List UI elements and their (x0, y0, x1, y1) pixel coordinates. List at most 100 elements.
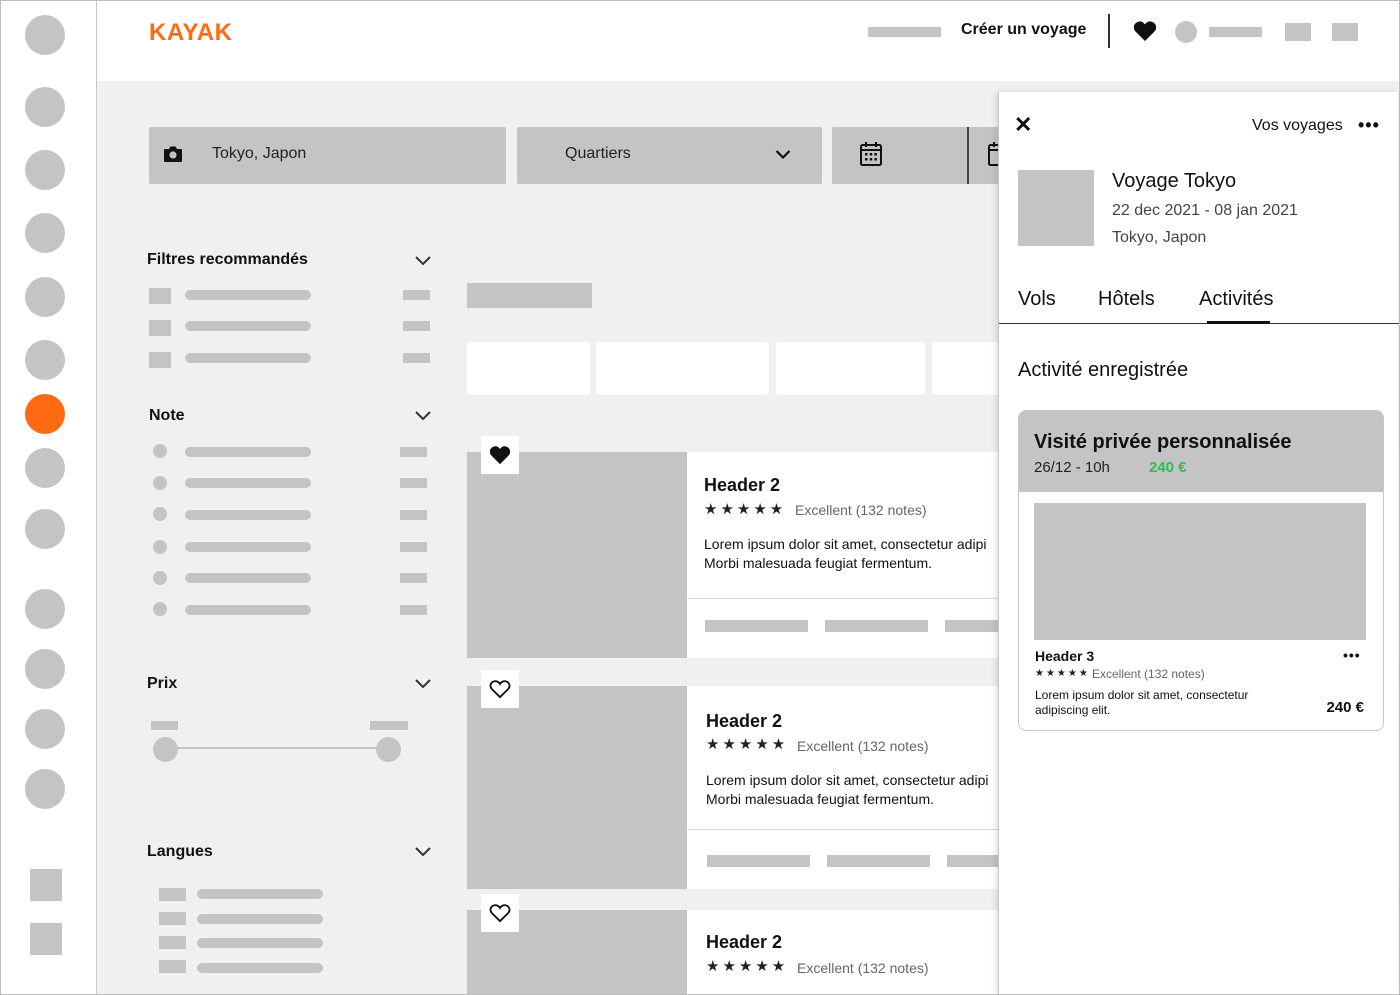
rail-square[interactable] (30, 869, 62, 901)
rating-stars: ★★★★★ (706, 736, 789, 753)
divider (1108, 14, 1110, 48)
tag-placeholder (827, 855, 930, 867)
rail-item[interactable] (25, 509, 65, 549)
tab-hotels[interactable]: Hôtels (1098, 288, 1155, 311)
app-frame: KAYAK Créer un voyage Tokyo, Japon Quart… (0, 0, 1400, 995)
radio[interactable] (153, 476, 167, 490)
tag-placeholder (825, 620, 928, 632)
chevron-down-icon[interactable] (414, 678, 432, 690)
rail-item-active[interactable] (25, 394, 65, 434)
heart-filled-icon (489, 446, 511, 465)
filter-label-placeholder (185, 447, 311, 457)
tab-flights[interactable]: Vols (1018, 288, 1056, 311)
result-title[interactable]: Header 2 (706, 932, 782, 953)
filter-title-recommended: Filtres recommandés (147, 251, 308, 268)
result-title[interactable]: Header 2 (706, 711, 782, 732)
panel-title[interactable]: Vos voyages (1252, 117, 1343, 135)
checkbox[interactable] (149, 288, 171, 304)
favorite-button[interactable] (481, 670, 519, 708)
rail-item[interactable] (25, 769, 65, 809)
heart-outline-icon (489, 904, 511, 923)
filter-label-placeholder (197, 938, 323, 948)
price-slider-min-handle[interactable] (153, 737, 178, 762)
menu-placeholder[interactable] (1285, 23, 1311, 41)
filter-label-placeholder (197, 889, 323, 899)
tag-placeholder (707, 855, 810, 867)
more-icon[interactable]: ••• (1358, 115, 1380, 136)
active-tab-indicator (1207, 321, 1270, 324)
rail-item[interactable] (25, 649, 65, 689)
rating-text: Excellent (132 notes) (797, 738, 929, 754)
user-name-placeholder[interactable] (1209, 27, 1262, 37)
heart-icon[interactable] (1133, 20, 1157, 42)
rating-text: Excellent (132 notes) (1092, 667, 1205, 681)
destination-input[interactable]: Tokyo, Japon (149, 127, 506, 184)
tab-activities[interactable]: Activités (1199, 288, 1273, 311)
favorite-button[interactable] (481, 436, 519, 474)
destination-value: Tokyo, Japon (212, 145, 307, 162)
count-placeholder (400, 605, 427, 615)
filter-label-placeholder (185, 510, 311, 520)
filter-title-languages: Langues (147, 843, 213, 860)
radio[interactable] (153, 571, 167, 585)
rail-item[interactable] (25, 15, 65, 55)
checkbox[interactable] (159, 912, 186, 925)
result-desc-line: Lorem ipsum dolor sit amet, consectetur … (706, 772, 989, 788)
rail-square[interactable] (30, 923, 62, 955)
activity-header: Header 3 (1035, 648, 1095, 664)
menu-placeholder[interactable] (1332, 23, 1358, 41)
radio[interactable] (153, 602, 167, 616)
sort-chip[interactable] (467, 342, 590, 395)
count-placeholder (403, 353, 430, 363)
checkbox[interactable] (159, 960, 186, 973)
nav-placeholder[interactable] (868, 27, 941, 37)
tag-placeholder (705, 620, 808, 632)
create-trip-link[interactable]: Créer un voyage (961, 21, 1086, 39)
count-placeholder (400, 510, 427, 520)
avatar[interactable] (1175, 21, 1197, 43)
radio[interactable] (153, 540, 167, 554)
left-rail (1, 1, 97, 994)
rail-item[interactable] (25, 709, 65, 749)
chevron-down-icon[interactable] (414, 410, 432, 422)
sort-chip[interactable] (596, 342, 769, 395)
radio[interactable] (153, 507, 167, 521)
rail-item[interactable] (25, 589, 65, 629)
rail-item[interactable] (25, 448, 65, 488)
activity-card[interactable]: Visité privée personnalisée 26/12 - 10h … (1018, 410, 1384, 731)
filter-title-price: Prix (147, 675, 178, 692)
rail-item[interactable] (25, 213, 65, 253)
rail-item[interactable] (25, 150, 65, 190)
rail-item[interactable] (25, 277, 65, 317)
sort-chip[interactable] (776, 342, 925, 395)
rail-item[interactable] (25, 87, 65, 127)
count-placeholder (400, 478, 427, 488)
radio[interactable] (153, 444, 167, 458)
price-slider-max-handle[interactable] (376, 737, 401, 762)
trips-panel: ✕ Vos voyages ••• Voyage Tokyo 22 dec 20… (998, 92, 1399, 994)
saved-activity-title: Activité enregistrée (1018, 359, 1189, 381)
rail-item[interactable] (25, 340, 65, 380)
tabs-divider (999, 323, 1399, 324)
activity-title: Visité privée personnalisée (1034, 431, 1292, 453)
filter-label-placeholder (185, 478, 311, 488)
rating-stars: ★★★★★ (1035, 668, 1090, 679)
checkbox[interactable] (149, 320, 171, 336)
chevron-down-icon[interactable] (414, 846, 432, 858)
checkbox[interactable] (159, 936, 186, 949)
price-slider-track[interactable] (165, 747, 387, 749)
camera-icon (164, 146, 182, 162)
kayak-logo[interactable]: KAYAK (149, 19, 232, 47)
more-icon[interactable]: ••• (1343, 647, 1361, 663)
result-title[interactable]: Header 2 (704, 475, 780, 496)
chevron-down-icon (775, 150, 791, 160)
close-icon[interactable]: ✕ (1014, 112, 1032, 138)
checkbox[interactable] (149, 352, 171, 368)
checkbox[interactable] (159, 888, 186, 901)
heart-outline-icon (489, 680, 511, 699)
favorite-button[interactable] (481, 894, 519, 932)
result-desc-line: Morbi malesuada feugiat fermentum. (704, 555, 932, 571)
rating-text: Excellent (132 notes) (797, 960, 929, 976)
chevron-down-icon[interactable] (414, 255, 432, 267)
district-select[interactable]: Quartiers (517, 127, 822, 184)
